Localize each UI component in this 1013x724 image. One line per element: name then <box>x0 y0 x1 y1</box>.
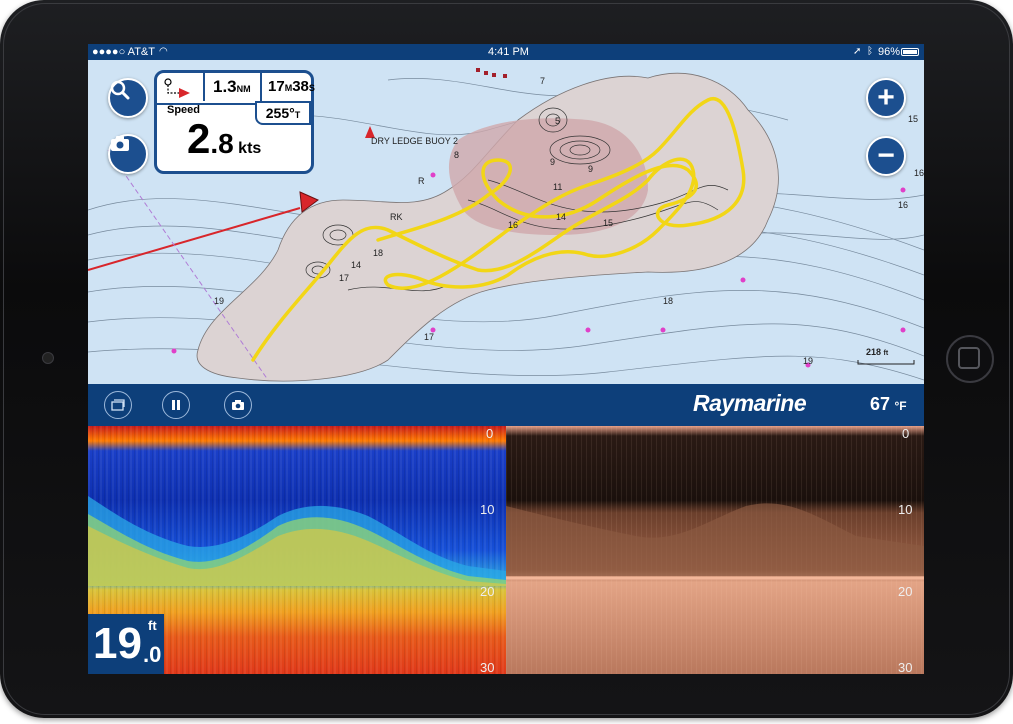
time-to-go-readout: 17M38S <box>260 73 315 101</box>
camera-icon <box>111 136 129 151</box>
right-depth-scale-label: 0 <box>902 426 910 441</box>
screen: ●●●●○ AT&T ◠ 4:41 PM ➚ ᛒ 96% DRY LEDGE B… <box>88 44 924 674</box>
chirp-sonar-view[interactable]: 19 .0 ft 0 10 20 30 <box>88 426 506 674</box>
depth-sounding: R <box>418 176 425 186</box>
left-depth-scale-label: 10 <box>480 502 495 517</box>
buoy-label: DRY LEDGE BUOY 2 <box>371 136 459 146</box>
home-button-icon <box>958 347 980 369</box>
right-depth-scale-label: 20 <box>898 584 913 599</box>
search-icon <box>110 80 130 100</box>
search-button[interactable] <box>108 78 148 118</box>
go-to-waypoint-icon <box>164 78 190 98</box>
pause-button[interactable] <box>162 391 190 419</box>
right-depth-scale-label: 30 <box>898 660 913 674</box>
zoom-out-icon: − <box>877 139 895 172</box>
wifi-icon: ◠ <box>159 46 168 57</box>
depth-sounding: RK <box>390 212 403 222</box>
distance-readout: 1.3NM <box>203 73 251 101</box>
depth-sounding: 9 <box>588 164 594 174</box>
depth-sounding: 18 <box>373 248 384 258</box>
depth-sounding: 8 <box>454 150 460 160</box>
depth-sounding: 16 <box>898 200 909 210</box>
location-icon: ➚ <box>853 46 862 57</box>
depth-sounding: 18 <box>663 296 674 306</box>
depth-readout: 19 .0 ft <box>88 614 164 674</box>
map-camera-button[interactable] <box>108 134 148 174</box>
speed-readout: 2.8 kts <box>187 115 262 162</box>
sonar-toolbar: Raymarine 67 °F <box>88 384 924 426</box>
chart-map[interactable]: DRY LEDGE BUOY 2 7 5 8 9 9 11 14 15 16 1… <box>88 60 924 384</box>
depth-sounding: 17 <box>339 273 350 283</box>
downvision-sonar-view[interactable]: 0 10 20 30 <box>506 426 924 674</box>
status-time: 4:41 PM <box>488 46 529 58</box>
battery-icon <box>901 48 919 56</box>
water-temperature: 67 °F <box>870 394 907 414</box>
depth-sounding: 7 <box>540 76 546 86</box>
zoom-in-button[interactable]: + <box>866 78 906 118</box>
depth-sounding: 15 <box>603 218 614 228</box>
battery-label: 96% <box>878 46 901 58</box>
depth-sounding: 9 <box>550 157 556 167</box>
depth-sounding: 16 <box>508 220 519 230</box>
brand-logo: Raymarine <box>693 390 807 416</box>
depth-sounding: 14 <box>351 260 362 270</box>
carrier-label: ●●●●○ AT&T <box>92 46 155 58</box>
downvision-sonar-graphics <box>506 426 924 674</box>
layers-icon <box>111 399 125 411</box>
depth-sounding: 16 <box>914 168 924 178</box>
depth-sounding: 15 <box>908 114 919 124</box>
layers-button[interactable] <box>104 391 132 419</box>
depth-sounding: 5 <box>555 116 561 126</box>
left-depth-scale-label: 30 <box>480 660 495 674</box>
pause-icon <box>172 400 180 410</box>
front-camera <box>42 352 54 364</box>
depth-sounding: 11 <box>553 182 563 192</box>
status-bar: ●●●●○ AT&T ◠ 4:41 PM ➚ ᛒ 96% <box>88 44 924 60</box>
camera-icon <box>232 399 244 410</box>
scale-bar-label: 218 ft <box>866 347 889 357</box>
left-depth-scale-label: 20 <box>480 584 495 599</box>
zoom-out-button[interactable]: − <box>866 136 906 176</box>
right-depth-scale-label: 10 <box>898 502 913 517</box>
depth-sounding: 14 <box>556 212 567 222</box>
left-depth-scale-label: 0 <box>486 426 494 441</box>
depth-sounding: 17 <box>424 332 435 342</box>
zoom-in-icon: + <box>877 81 895 114</box>
heading-readout: 255°T <box>255 101 311 125</box>
depth-sounding: 19 <box>214 296 225 306</box>
sonar-camera-button[interactable] <box>224 391 252 419</box>
depth-sounding: 19 <box>803 356 814 366</box>
navigation-panel[interactable]: 1.3NM 17M38S Speed 2.8 kts 255°T <box>154 70 315 174</box>
bluetooth-icon: ᛒ <box>867 46 873 57</box>
